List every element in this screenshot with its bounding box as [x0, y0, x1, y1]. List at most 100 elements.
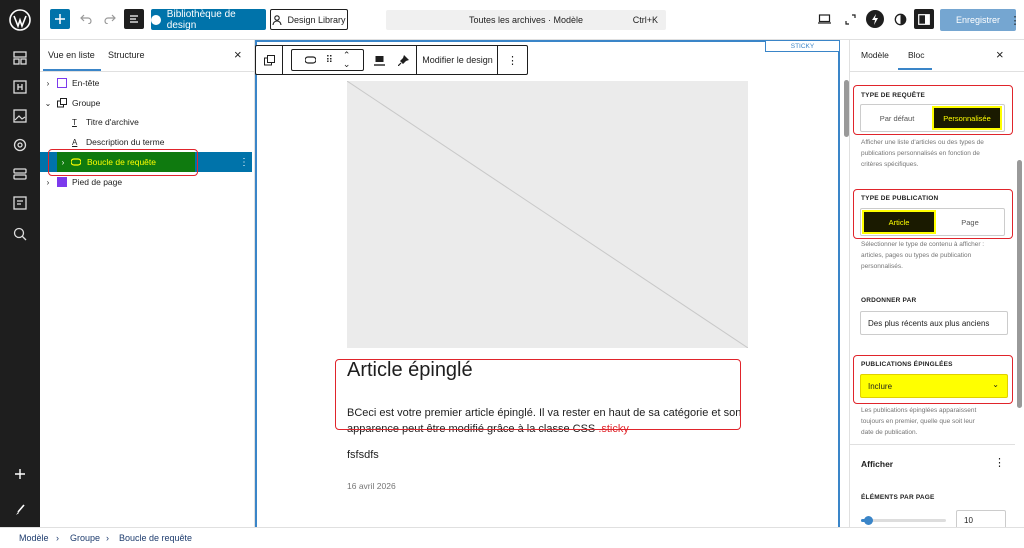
template-part-icon — [57, 78, 67, 88]
archive-title-icon: T — [72, 117, 77, 127]
group-icon — [57, 98, 67, 108]
template-title: Toutes les archives · Modèle — [468, 15, 584, 25]
breadcrumb-item[interactable]: Groupe — [70, 533, 100, 543]
divider — [40, 71, 255, 72]
chevron-down-icon[interactable]: ⌄ — [43, 99, 53, 108]
edit-design-button[interactable]: Modifier le design — [418, 46, 498, 74]
pin-icon — [397, 54, 409, 66]
breadcrumb-separator-icon: › — [106, 533, 109, 543]
settings-sidebar-toggle-icon[interactable] — [914, 9, 934, 29]
stackable-logo-icon — [151, 14, 161, 25]
breadcrumb-separator-icon: › — [56, 533, 59, 543]
save-label: Enregistrer — [955, 15, 1000, 25]
list-item-group[interactable]: ⌄ Groupe — [40, 93, 252, 113]
placeholder-diagonal-icon — [347, 81, 748, 348]
align-button[interactable] — [366, 46, 393, 74]
close-icon[interactable]: × — [234, 47, 242, 62]
help-line: Les publications épinglées apparaissent — [861, 407, 977, 414]
sticky-posts-help: Les publications épinglées apparaissent … — [861, 405, 976, 438]
document-overview-button[interactable] — [124, 9, 144, 29]
options-menu-icon[interactable]: ⋮ — [1010, 13, 1021, 27]
annotation-box-query-type — [853, 85, 1013, 135]
breadcrumb-item[interactable]: Modèle — [19, 533, 49, 543]
image-icon[interactable] — [0, 104, 40, 128]
chevron-right-icon[interactable]: › — [43, 178, 53, 187]
command-palette-bar[interactable]: Toutes les archives · Modèle Ctrl+K — [386, 10, 666, 30]
canvas-scrollbar[interactable] — [844, 80, 849, 137]
item-options-icon[interactable]: ⋮ — [239, 157, 249, 168]
breadcrumb-item[interactable]: Boucle de requête — [119, 533, 192, 543]
heading-block-icon[interactable] — [0, 75, 40, 99]
active-tab-indicator — [898, 68, 932, 70]
pages-icon[interactable] — [0, 191, 40, 215]
term-description-icon: A — [72, 137, 78, 147]
order-by-value: Des plus récents aux plus anciens — [868, 318, 990, 328]
sticky-tag-label: STICKY — [790, 42, 815, 50]
tab-structure[interactable]: Structure — [108, 50, 145, 60]
desktop-preview-icon[interactable] — [816, 12, 832, 26]
post-content[interactable]: fsfsdfs — [347, 449, 379, 461]
help-line: personnalisés. — [861, 263, 903, 270]
design-library-ext-button[interactable]: Design Library — [270, 9, 348, 30]
tab-block[interactable]: Bloc — [908, 50, 925, 60]
featured-image-placeholder[interactable] — [347, 81, 748, 348]
tab-template[interactable]: Modèle — [861, 50, 889, 60]
annotation-box-post-type — [853, 189, 1013, 239]
query-type-help: Afficher une liste d'articles ou des typ… — [861, 137, 984, 170]
list-item-label: Titre d'archive — [86, 117, 139, 127]
divider — [850, 71, 1024, 72]
template-part-icon — [57, 177, 67, 187]
help-line: date de publication. — [861, 429, 918, 436]
display-options-icon[interactable]: ⋮ — [994, 456, 1005, 469]
post-date[interactable]: 16 avril 2026 — [347, 481, 396, 491]
brush-icon[interactable] — [0, 498, 40, 522]
sidebar-scrollbar[interactable] — [1017, 160, 1022, 408]
undo-icon[interactable] — [78, 11, 94, 27]
tab-list-view[interactable]: Vue en liste — [48, 50, 95, 60]
block-toolbar: ⠿ ⌃ ⌄ Modifier le design ⋮ — [255, 45, 528, 75]
slider-thumb[interactable] — [863, 516, 873, 525]
help-line: articles, pages ou types de publication — [861, 252, 972, 259]
group-icon — [263, 54, 275, 65]
user-icon — [272, 14, 283, 25]
block-inserter-button[interactable] — [50, 9, 70, 29]
list-item-label: Description du terme — [86, 137, 165, 147]
patterns-icon[interactable] — [0, 162, 40, 186]
breadcrumb: Modèle › Groupe › Boucle de requête — [0, 527, 1024, 548]
display-section-heading[interactable]: Afficher — [861, 459, 893, 469]
wordpress-logo-icon[interactable] — [0, 8, 40, 32]
search-settings-icon[interactable] — [0, 222, 40, 246]
loop-icon — [304, 56, 316, 64]
list-item-label: Pied de page — [72, 177, 123, 187]
add-icon[interactable] — [0, 462, 40, 486]
help-line: critères spécifiques. — [861, 161, 919, 168]
list-item-archive-title[interactable]: T Titre d'archive — [40, 112, 252, 132]
sticky-tag: STICKY — [765, 40, 840, 52]
redo-icon[interactable] — [102, 11, 118, 27]
help-line: publications personnalisés en fonction d… — [861, 150, 980, 157]
order-by-select[interactable]: Des plus récents aux plus anciens — [860, 311, 1008, 335]
design-library-button[interactable]: Bibliothèque de design — [151, 9, 266, 31]
save-button[interactable]: Enregistrer — [940, 9, 1016, 31]
annotation-box-query-loop — [48, 149, 198, 176]
close-icon[interactable]: × — [996, 47, 1004, 62]
list-item-header[interactable]: › En-tête — [40, 73, 252, 93]
items-per-page-slider[interactable] — [861, 516, 946, 525]
divider — [850, 444, 1015, 445]
design-library-ext-label: Design Library — [287, 14, 346, 25]
parent-block-button[interactable] — [256, 46, 283, 74]
items-per-page-label: ÉLÉMENTS PAR PAGE — [861, 494, 935, 501]
layout-icon[interactable] — [0, 46, 40, 70]
more-options-icon[interactable]: ⋮ — [498, 46, 527, 74]
stackable-bolt-icon[interactable] — [866, 10, 884, 28]
chevron-right-icon[interactable]: › — [43, 79, 53, 88]
fullscreen-icon[interactable] — [842, 12, 858, 26]
drag-handle-icon[interactable]: ⠿ — [326, 55, 333, 66]
move-up-down-icon[interactable]: ⌃ ⌄ — [343, 51, 351, 69]
styles-contrast-icon[interactable] — [892, 11, 908, 27]
styles-icon[interactable] — [0, 133, 40, 157]
admin-rail — [0, 0, 40, 527]
pin-button[interactable] — [390, 46, 417, 74]
block-switcher[interactable]: ⠿ ⌃ ⌄ — [291, 49, 364, 71]
help-line: Afficher une liste d'articles ou des typ… — [861, 139, 984, 146]
